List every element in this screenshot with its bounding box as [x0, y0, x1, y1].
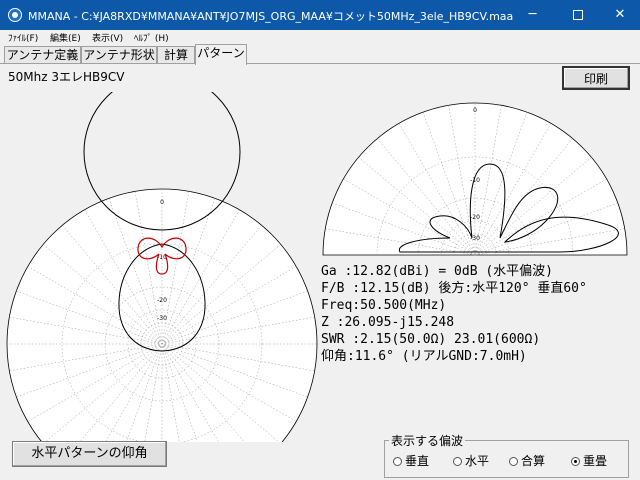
tab-antenna-shape[interactable]: アンテナ形状	[81, 46, 157, 64]
design-name: 50Mhz 3エレHB9CV	[8, 70, 125, 84]
close-button[interactable]: ✕	[600, 0, 640, 30]
menu-help[interactable]: ﾍﾙﾌﾟ (H)	[134, 31, 169, 44]
polarization-group: 表示する偏波 垂直 水平 合算 重畳	[384, 432, 629, 478]
menu-view[interactable]: 表示(V)	[92, 31, 123, 44]
radio-overlay-label: 重畳	[583, 454, 608, 468]
result-swr: SWR :2.15(50.0Ω) 23.01(600Ω)	[321, 332, 541, 347]
tab-strip: アンテナ定義 アンテナ形状 計算 パターン	[0, 44, 640, 65]
vertical-ring-label-20: -20	[470, 214, 480, 221]
horizontal-pattern-elevation-button[interactable]: 水平パターンの仰角	[12, 441, 167, 467]
tab-divider	[0, 63, 640, 64]
tab-antenna-definition[interactable]: アンテナ定義	[4, 46, 81, 64]
result-gain: Ga :12.82(dBi) = 0dB (水平偏波)	[321, 264, 554, 279]
title-bar: MMANA - C:¥JA8RXD¥MMANA¥ANT¥JO7MJS_ORG_M…	[0, 0, 640, 30]
horizontal-ring-label-30: -30	[157, 315, 167, 322]
print-button[interactable]: 印刷	[562, 66, 630, 90]
menu-bar: ﾌｧｲﾙ(F) 編集(E) 表示(V) ﾍﾙﾌﾟ (H)	[0, 30, 640, 44]
close-icon: ✕	[614, 7, 626, 22]
maximize-button[interactable]	[555, 0, 600, 30]
minimize-button[interactable]: ─	[510, 0, 555, 30]
tab-pattern[interactable]: パターン	[195, 44, 247, 65]
radio-total-label: 合算	[521, 454, 546, 468]
window-title: MMANA - C:¥JA8RXD¥MMANA¥ANT¥JO7MJS_ORG_M…	[28, 10, 514, 23]
menu-edit[interactable]: 編集(E)	[50, 31, 81, 44]
minimize-icon: ─	[528, 7, 537, 22]
radio-total-indicator	[509, 457, 518, 466]
radio-vertical[interactable]: 垂直	[393, 452, 429, 469]
result-elevation: 仰角:11.6° (リアルGND:7.0mH)	[321, 349, 527, 364]
radio-horizontal-indicator	[453, 457, 462, 466]
app-icon	[8, 8, 22, 22]
polarization-legend: 表示する偏波	[389, 432, 466, 449]
radio-overlay[interactable]: 重畳	[571, 452, 607, 469]
horizontal-ring-label-0: 0	[160, 199, 164, 206]
result-fb: F/B :12.15(dB) 後方:水平120° 垂直60°	[321, 281, 587, 296]
menu-file[interactable]: ﾌｧｲﾙ(F)	[8, 31, 38, 44]
radio-horizontal-label: 水平	[465, 454, 490, 468]
horizontal-ring-label-20: -20	[157, 297, 167, 304]
maximize-icon	[572, 9, 583, 20]
radio-vertical-label: 垂直	[405, 454, 430, 468]
radio-overlay-indicator	[571, 457, 580, 466]
radio-vertical-indicator	[393, 457, 402, 466]
result-impedance: Z :26.095-j15.248	[321, 315, 455, 330]
vertical-ring-label-0: 0	[473, 107, 477, 114]
vertical-pattern-plot: 0 -10 -20 -30	[322, 102, 628, 256]
results-panel: Ga :12.82(dBi) = 0dB (水平偏波) F/B :12.15(d…	[321, 263, 587, 365]
result-freq: Freq:50.500(MHz)	[321, 298, 447, 313]
radio-total[interactable]: 合算	[509, 452, 545, 469]
radio-horizontal[interactable]: 水平	[453, 452, 489, 469]
horizontal-pattern-plot: 0 -10 -20 -30	[6, 92, 318, 442]
tab-calculation[interactable]: 計算	[157, 46, 195, 64]
